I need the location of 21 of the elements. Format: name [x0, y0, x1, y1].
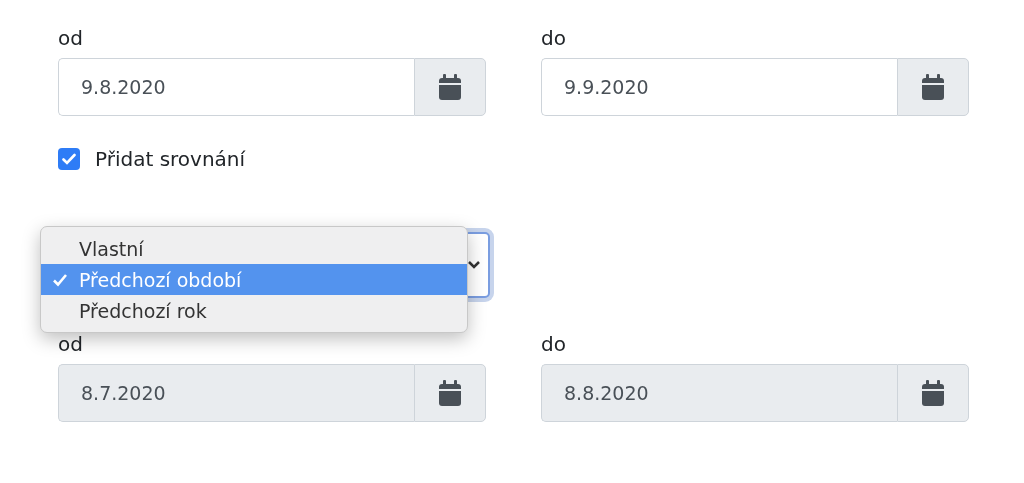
- checkbox-label: Přidat srovnání: [95, 147, 246, 171]
- field-label: od: [58, 332, 84, 358]
- date-field[interactable]: 9.8.2020: [58, 58, 414, 116]
- field-label: do: [541, 26, 567, 52]
- calendar-button[interactable]: [897, 364, 969, 422]
- check-icon: [62, 153, 76, 165]
- calendar-icon: [922, 74, 944, 100]
- calendar-icon: [922, 380, 944, 406]
- calendar-icon: [439, 380, 461, 406]
- menu-option[interactable]: Vlastní: [41, 233, 467, 264]
- check-icon: [52, 272, 68, 287]
- checkbox[interactable]: [58, 148, 80, 170]
- date-field[interactable]: 9.9.2020: [541, 58, 897, 116]
- menu-option[interactable]: Předchozí rok: [41, 295, 467, 326]
- field-label: od: [58, 26, 84, 52]
- calendar-icon: [439, 74, 461, 100]
- chevron-icon: [468, 261, 480, 269]
- calendar-button[interactable]: [414, 58, 486, 116]
- field-label: do: [541, 332, 567, 358]
- calendar-button[interactable]: [897, 58, 969, 116]
- calendar-button[interactable]: [414, 364, 486, 422]
